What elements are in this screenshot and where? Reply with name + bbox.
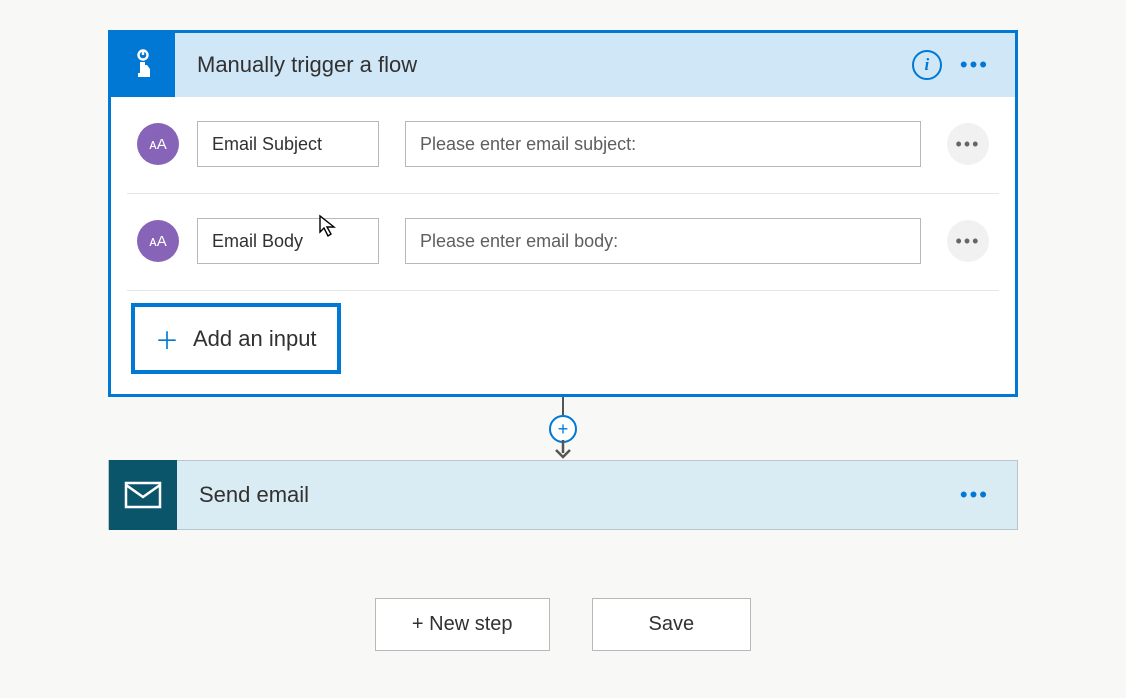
trigger-title: Manually trigger a flow xyxy=(175,52,912,78)
trigger-menu-button[interactable]: ••• xyxy=(960,54,989,76)
add-input-section: ＋ Add an input xyxy=(127,290,999,378)
new-step-button[interactable]: + New step xyxy=(375,598,550,651)
flow-canvas: Manually trigger a flow i ••• ᴀA ••• ᴀA … xyxy=(0,0,1126,651)
trigger-header-actions: i ••• xyxy=(912,50,1015,80)
input-row-menu-button[interactable]: ••• xyxy=(947,220,989,262)
arrow-down-icon xyxy=(552,440,574,460)
input-prompt-field[interactable] xyxy=(405,121,921,167)
manual-trigger-icon xyxy=(111,33,175,97)
input-row-menu-button[interactable]: ••• xyxy=(947,123,989,165)
text-type-icon: ᴀA xyxy=(137,123,179,165)
add-input-label: Add an input xyxy=(193,326,317,352)
insert-step-button[interactable]: + xyxy=(549,415,577,443)
step-connector: + xyxy=(549,397,577,460)
input-prompt-field[interactable] xyxy=(405,218,921,264)
add-input-button[interactable]: ＋ Add an input xyxy=(131,303,341,374)
connector-line xyxy=(562,397,564,415)
plus-icon: ＋ xyxy=(155,321,179,356)
input-row: ᴀA ••• xyxy=(127,97,999,193)
action-title: Send email xyxy=(177,482,960,508)
input-name-field[interactable] xyxy=(197,121,379,167)
input-name-field[interactable] xyxy=(197,218,379,264)
footer-actions: + New step Save xyxy=(375,598,751,651)
info-icon[interactable]: i xyxy=(912,50,942,80)
trigger-card: Manually trigger a flow i ••• ᴀA ••• ᴀA … xyxy=(108,30,1018,397)
email-icon xyxy=(109,460,177,530)
action-card[interactable]: Send email ••• xyxy=(108,460,1018,530)
save-button[interactable]: Save xyxy=(592,598,752,651)
trigger-header[interactable]: Manually trigger a flow i ••• xyxy=(111,33,1015,97)
trigger-body: ᴀA ••• ᴀA ••• ＋ Add an input xyxy=(111,97,1015,394)
action-menu-button[interactable]: ••• xyxy=(960,482,1017,508)
text-type-icon: ᴀA xyxy=(137,220,179,262)
input-row: ᴀA ••• xyxy=(127,193,999,290)
